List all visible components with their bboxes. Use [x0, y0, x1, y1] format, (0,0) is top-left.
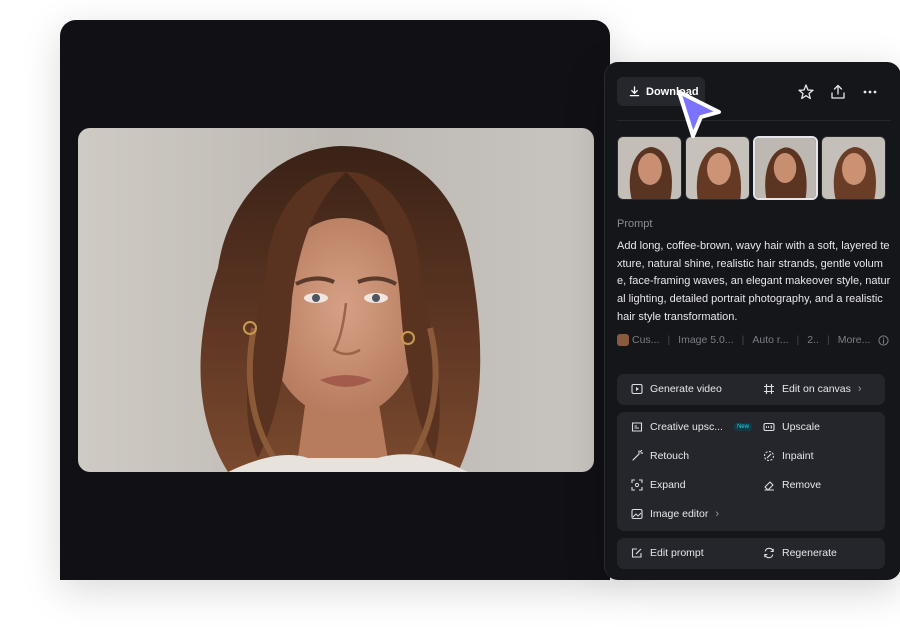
prompt-label: Prompt: [617, 218, 653, 230]
thumbnail-selected[interactable]: [753, 136, 818, 200]
retouch-button[interactable]: Retouch: [631, 450, 689, 462]
inpaint-button[interactable]: Inpaint: [763, 450, 814, 462]
more-chip[interactable]: More...: [838, 334, 871, 346]
creative-upscale-button[interactable]: Creative upsc... New: [631, 421, 752, 433]
style-thumbnail-icon: [617, 334, 629, 347]
count-chip[interactable]: 2..: [807, 334, 819, 346]
prompt-text: Add long, coffee-brown, wavy hair with a…: [617, 240, 891, 323]
canvas-icon: [764, 384, 774, 394]
upscale-icon: [763, 422, 775, 432]
image-details-panel: Download Prompt Add long, coffee-brown, …: [604, 62, 900, 580]
regenerate-icon: [764, 547, 774, 559]
upscale-button[interactable]: Upscale: [763, 421, 820, 433]
thumbnail-strip: [617, 136, 886, 200]
chevron-right-icon: ›: [715, 508, 720, 520]
video-canvas-card: Generate video Edit on canvas ›: [617, 374, 885, 405]
image-editor-button[interactable]: Image editor ›: [631, 508, 719, 520]
share-icon[interactable]: [829, 83, 847, 101]
creative-upscale-icon: [631, 422, 643, 432]
regenerate-button[interactable]: Regenerate: [763, 547, 837, 559]
edit-prompt-icon: [631, 548, 642, 558]
model-chip[interactable]: Image 5.0...: [678, 334, 733, 346]
edit-on-canvas-button[interactable]: Edit on canvas ›: [763, 383, 862, 395]
prompt-actions-card: Edit prompt Regenerate: [617, 538, 885, 569]
portrait-illustration: [78, 128, 594, 472]
generated-image[interactable]: [78, 128, 594, 472]
more-icon[interactable]: [861, 83, 879, 101]
video-icon: [631, 383, 643, 395]
edit-tools-card: Creative upsc... New Upscale Retouch Inp…: [617, 412, 885, 531]
thumbnail[interactable]: [617, 136, 682, 200]
ratio-chip[interactable]: Auto r...: [752, 334, 788, 346]
pointer-cursor-icon: [677, 90, 721, 138]
thumbnail[interactable]: [821, 136, 886, 200]
canvas-panel: [60, 20, 610, 580]
download-icon: [629, 86, 640, 97]
style-chip[interactable]: Cus...: [617, 334, 659, 347]
thumbnail[interactable]: [685, 136, 750, 200]
remove-button[interactable]: Remove: [763, 479, 821, 491]
generate-video-button[interactable]: Generate video: [631, 383, 722, 395]
inpaint-icon: [763, 450, 775, 462]
magic-wand-icon: [632, 450, 643, 461]
chevron-right-icon: ›: [857, 383, 862, 395]
divider: [617, 120, 891, 121]
image-editor-icon: [631, 508, 643, 520]
expand-button[interactable]: Expand: [631, 479, 686, 491]
info-icon[interactable]: [878, 334, 889, 346]
toolbar: Download: [617, 77, 891, 107]
generation-settings: Cus... | Image 5.0... | Auto r... | 2.. …: [617, 332, 891, 348]
expand-icon: [631, 479, 643, 491]
star-icon[interactable]: [797, 83, 815, 101]
edit-prompt-button[interactable]: Edit prompt: [631, 547, 704, 559]
eraser-icon: [764, 481, 774, 491]
new-badge: New: [733, 423, 752, 431]
